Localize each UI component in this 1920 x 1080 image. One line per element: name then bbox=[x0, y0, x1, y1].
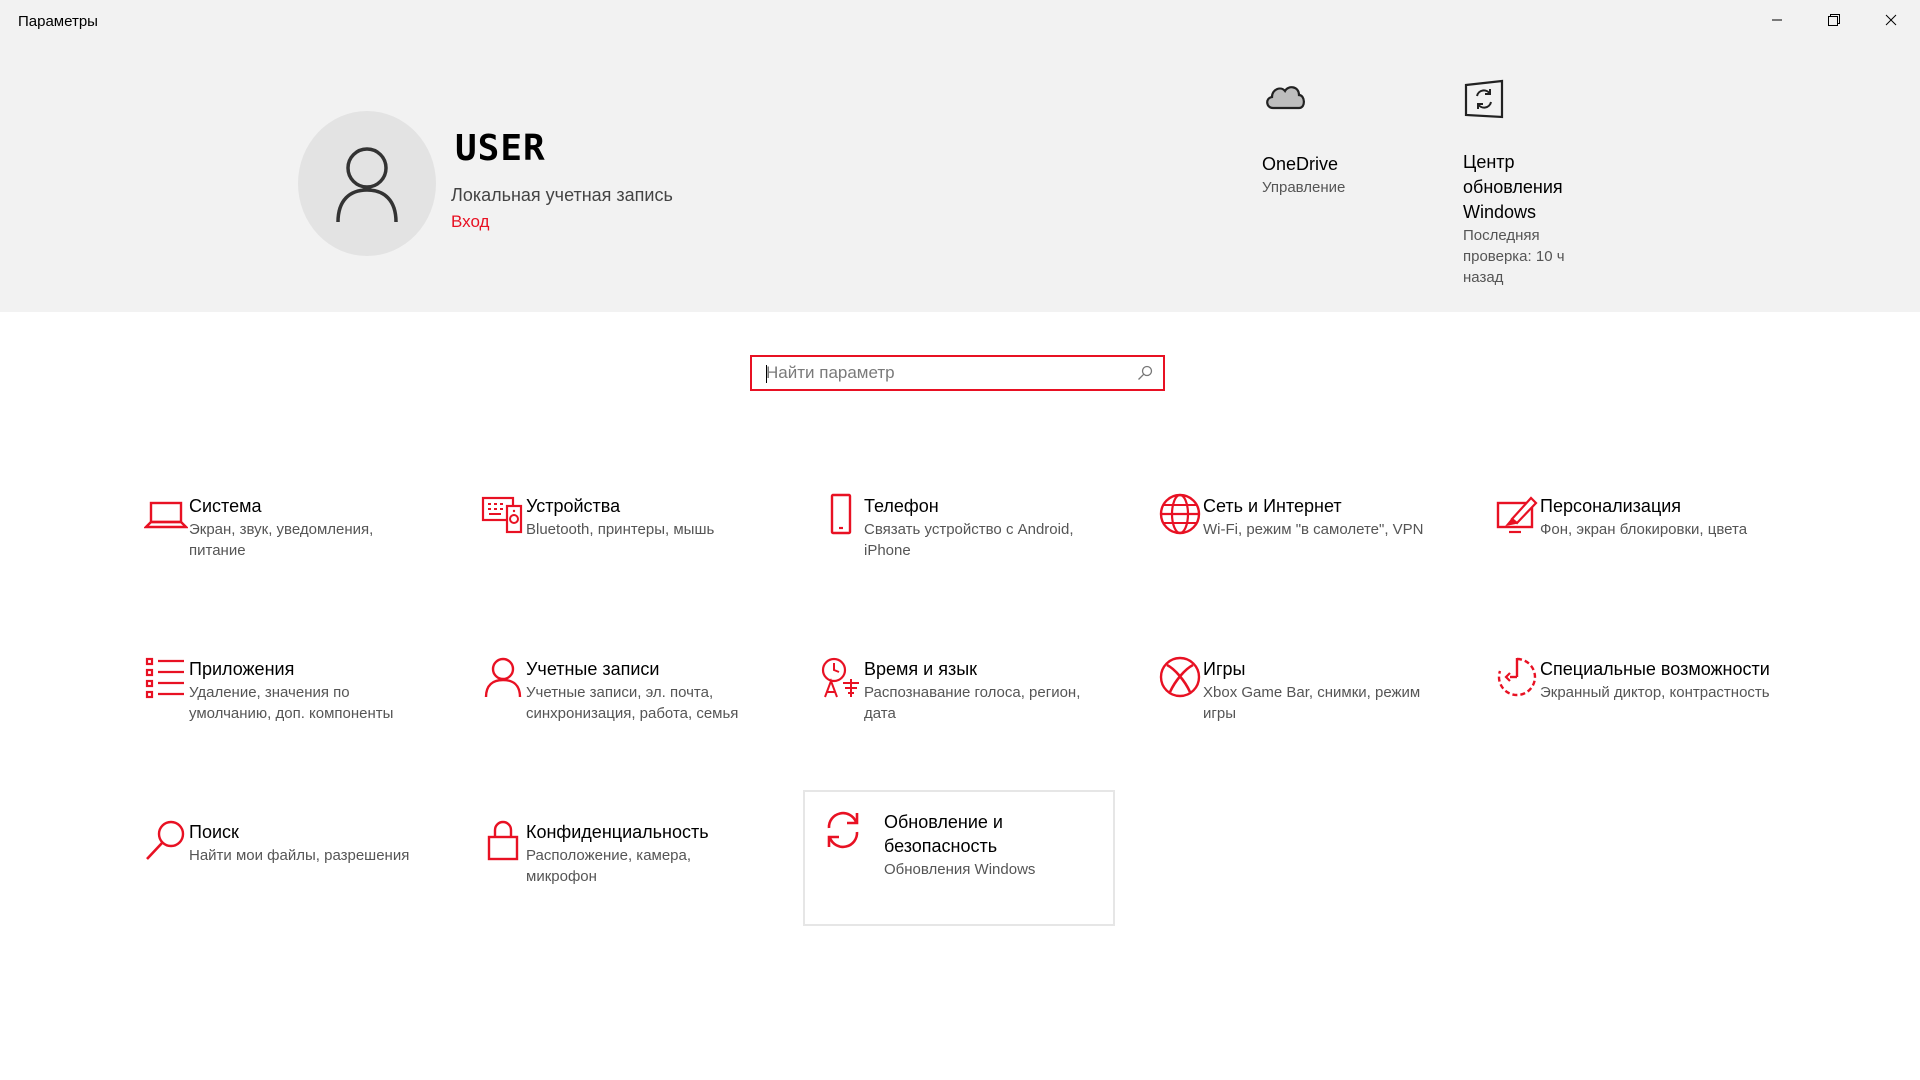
tile-description: Фон, экран блокировки, цвета bbox=[1540, 521, 1748, 538]
paint-icon bbox=[1496, 496, 1538, 534]
person-icon bbox=[484, 657, 522, 698]
tile-title: Время и язык bbox=[864, 659, 978, 679]
tile-system[interactable]: Система Экран, звук, уведомления, питание bbox=[124, 472, 434, 608]
tile-description: Xbox Game Bar, снимки, режим игры bbox=[1203, 684, 1421, 722]
quick-link-windows-update[interactable]: Центр обновления Windows Последняя прове… bbox=[1463, 78, 1583, 288]
avatar[interactable] bbox=[298, 111, 436, 256]
tile-gaming[interactable]: Игры Xbox Game Bar, снимки, режим игры bbox=[1138, 635, 1448, 771]
sign-in-link[interactable]: Вход bbox=[451, 212, 489, 232]
tile-title: Конфиденциальность bbox=[526, 822, 709, 842]
window-title: Параметры bbox=[18, 13, 98, 30]
tile-title: Персонализация bbox=[1540, 496, 1682, 516]
laptop-icon bbox=[144, 501, 188, 529]
tile-description: Расположение, камера, микрофон bbox=[526, 847, 692, 885]
sync-icon bbox=[827, 811, 859, 849]
tile-accessibility[interactable]: Специальные возможности Экранный диктор, … bbox=[1475, 635, 1785, 771]
tile-network[interactable]: Сеть и Интернет Wi-Fi, режим "в самолете"… bbox=[1138, 472, 1448, 608]
account-header bbox=[0, 40, 1920, 312]
tile-title: Телефон bbox=[864, 496, 939, 516]
apps-list-icon bbox=[145, 657, 184, 699]
windows-update-subtitle: Последняя проверка: 10 ч назад bbox=[1463, 227, 1565, 286]
windows-update-icon bbox=[1464, 79, 1504, 119]
minimize-button[interactable] bbox=[1748, 0, 1806, 40]
tile-update-security[interactable]: Обновление и безопасность Обновления Wind… bbox=[803, 790, 1115, 926]
restore-button[interactable] bbox=[1805, 0, 1863, 40]
person-avatar-icon bbox=[336, 146, 398, 222]
tile-title: Игры bbox=[1203, 659, 1246, 679]
tile-title: Устройства bbox=[526, 496, 621, 516]
search-box[interactable] bbox=[750, 355, 1165, 391]
search-icon bbox=[1138, 365, 1153, 380]
devices-icon bbox=[481, 496, 523, 534]
minimize-icon bbox=[1772, 19, 1782, 21]
tile-search[interactable]: Поиск Найти мои файлы, разрешения bbox=[124, 798, 434, 934]
restore-icon bbox=[1828, 14, 1840, 26]
accessibility-icon bbox=[1497, 657, 1537, 697]
tile-description: Найти мои файлы, разрешения bbox=[189, 847, 410, 864]
time-language-icon bbox=[821, 657, 859, 698]
text-caret bbox=[766, 365, 767, 383]
tile-description: Учетные записи, эл. почта, синхронизация… bbox=[526, 684, 739, 722]
phone-icon bbox=[830, 493, 852, 535]
close-button[interactable] bbox=[1862, 0, 1920, 40]
tile-title: Специальные возможности bbox=[1540, 659, 1770, 679]
onedrive-subtitle: Управление bbox=[1262, 179, 1346, 196]
tile-description: Bluetooth, принтеры, мышь bbox=[526, 521, 715, 538]
tile-description: Wi-Fi, режим "в самолете", VPN bbox=[1203, 521, 1424, 538]
lock-icon bbox=[487, 820, 519, 861]
tile-accounts[interactable]: Учетные записи Учетные записи, эл. почта,… bbox=[461, 635, 771, 771]
quick-link-onedrive[interactable]: OneDrive Управление bbox=[1262, 78, 1412, 198]
tile-personalization[interactable]: Персонализация Фон, экран блокировки, цве… bbox=[1475, 472, 1785, 608]
xbox-icon bbox=[1159, 656, 1201, 698]
tile-description: Экран, звук, уведомления, питание bbox=[189, 521, 374, 559]
tile-description: Связать устройство с Android, iPhone bbox=[864, 521, 1074, 559]
tile-apps[interactable]: Приложения Удаление, значения по умолчани… bbox=[124, 635, 434, 771]
tile-title: Сеть и Интернет bbox=[1203, 496, 1342, 516]
onedrive-title: OneDrive bbox=[1262, 154, 1339, 174]
tile-description: Распознавание голоса, регион, дата bbox=[864, 684, 1081, 722]
tile-description: Экранный диктор, контрастность bbox=[1540, 684, 1770, 701]
account-username: USER bbox=[455, 128, 546, 169]
globe-icon bbox=[1159, 493, 1201, 535]
tile-privacy[interactable]: Конфиденциальность Расположение, камера, … bbox=[461, 798, 771, 934]
search-icon bbox=[146, 820, 185, 860]
tile-description: Удаление, значения по умолчанию, доп. ко… bbox=[189, 684, 394, 722]
title-bar: Параметры bbox=[0, 0, 1920, 40]
cloud-icon bbox=[1266, 86, 1305, 110]
windows-update-title: Центр обновления Windows bbox=[1463, 152, 1563, 222]
search-input[interactable] bbox=[766, 357, 1126, 389]
tile-title: Система bbox=[189, 496, 262, 516]
tile-title: Приложения bbox=[189, 659, 295, 679]
tile-description: Обновления Windows bbox=[884, 861, 1036, 878]
tile-devices[interactable]: Устройства Bluetooth, принтеры, мышь bbox=[461, 472, 771, 608]
account-type: Локальная учетная запись bbox=[451, 185, 673, 205]
tile-title: Обновление и безопасность bbox=[884, 812, 1003, 856]
tile-title: Поиск bbox=[189, 822, 239, 842]
tile-phone[interactable]: Телефон Связать устройство с Android, iPh… bbox=[799, 472, 1109, 608]
tile-time-language[interactable]: Время и язык Распознавание голоса, регион… bbox=[799, 635, 1109, 771]
close-icon bbox=[1885, 14, 1897, 26]
tile-title: Учетные записи bbox=[526, 659, 660, 679]
